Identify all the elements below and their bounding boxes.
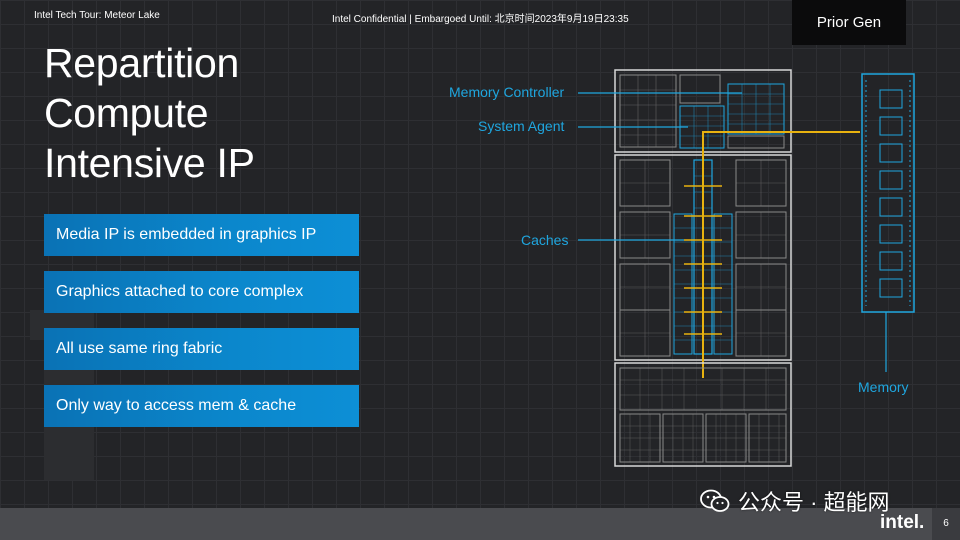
page-number: 6 xyxy=(932,508,960,540)
ring-fabric xyxy=(684,131,860,378)
watermark: 公众号 · 超能网 xyxy=(700,478,890,524)
intel-logo: intel. xyxy=(880,512,925,533)
wechat-icon xyxy=(700,489,730,512)
label-memory-controller: Memory Controller xyxy=(449,84,565,100)
label-system-agent: System Agent xyxy=(478,118,565,134)
die-bottom-block xyxy=(614,362,792,467)
label-caches: Caches xyxy=(521,232,569,248)
watermark-text: 公众号 · 超能网 xyxy=(738,490,890,515)
memory-module xyxy=(861,73,915,372)
label-memory: Memory xyxy=(858,379,909,395)
label-leaders xyxy=(578,92,742,241)
chip-diagram xyxy=(578,69,915,467)
footer-confidential: Intel Confidential | Embargoed Until: 北京… xyxy=(332,14,629,25)
footer-event: Intel Tech Tour: Meteor Lake xyxy=(34,10,160,21)
top-block-detail xyxy=(620,75,676,147)
